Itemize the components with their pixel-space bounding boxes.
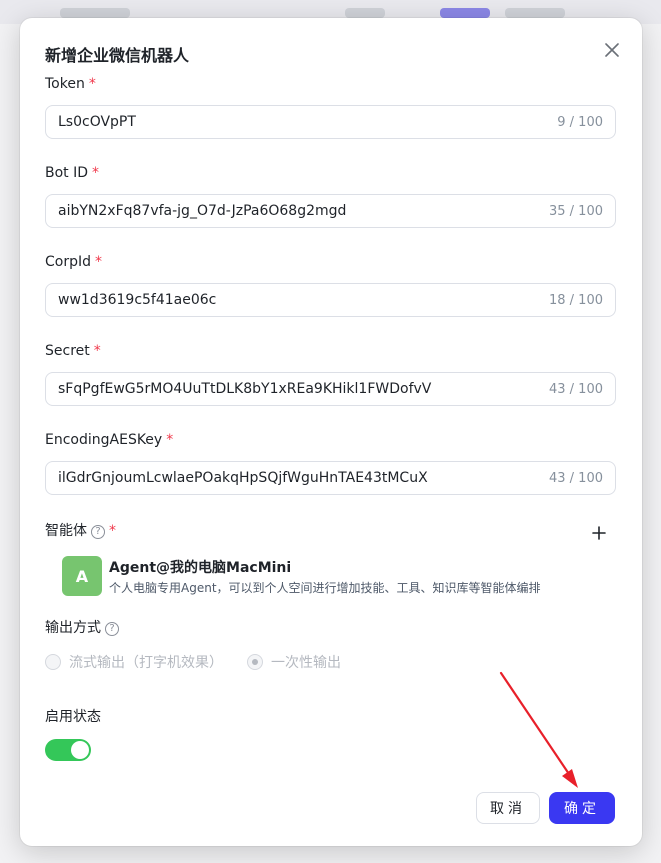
required-mark: * bbox=[109, 523, 116, 539]
corp-id-label: CorpId * bbox=[45, 254, 102, 270]
radio-single-output[interactable]: 一次性输出 bbox=[247, 652, 341, 672]
encoding-aes-key-input[interactable]: ilGdrGnjoumLcwlaePOakqHpSQjfWguHnTAE43tM… bbox=[45, 461, 616, 495]
secret-char-count: 43 / 100 bbox=[549, 381, 603, 397]
bot-id-input[interactable]: aibYN2xFq87vfa-jg_O7d-JzPa6O68g2mgd 35 /… bbox=[45, 194, 616, 228]
add-agent-button[interactable] bbox=[588, 522, 610, 544]
token-input[interactable]: Ls0cOVpPT 9 / 100 bbox=[45, 105, 616, 139]
close-icon bbox=[605, 43, 619, 57]
plus-icon bbox=[592, 526, 606, 540]
dialog-title: 新增企业微信机器人 bbox=[45, 46, 190, 65]
agent-label: 智能体? * bbox=[45, 520, 116, 540]
token-label: Token * bbox=[45, 76, 96, 92]
close-button[interactable] bbox=[600, 38, 624, 62]
token-char-count: 9 / 100 bbox=[557, 114, 603, 130]
add-wecom-bot-dialog: 新增企业微信机器人 Token * Ls0cOVpPT 9 / 100 Bot I… bbox=[20, 18, 642, 846]
corp-id-input[interactable]: ww1d3619c5f41ae06c 18 / 100 bbox=[45, 283, 616, 317]
encoding-aes-key-label-text: EncodingAESKey bbox=[45, 432, 163, 448]
encoding-aes-key-label: EncodingAESKey * bbox=[45, 432, 173, 448]
toggle-knob bbox=[71, 741, 89, 759]
required-mark: * bbox=[95, 254, 102, 270]
help-circle-icon[interactable]: ? bbox=[91, 524, 105, 539]
bot-id-label: Bot ID * bbox=[45, 165, 99, 181]
bot-id-char-count: 35 / 100 bbox=[549, 203, 603, 219]
agent-label-text: 智能体 bbox=[45, 523, 87, 539]
output-mode-label-text: 输出方式 bbox=[45, 620, 101, 636]
corp-id-label-text: CorpId bbox=[45, 254, 91, 270]
status-label: 启用状态 bbox=[45, 709, 101, 725]
radio-label: 流式输出（打字机效果） bbox=[69, 655, 223, 671]
encoding-aes-key-char-count: 43 / 100 bbox=[549, 470, 603, 486]
background-chip bbox=[345, 8, 385, 18]
agent-card[interactable]: A Agent@我的电脑MacMini 个人电脑专用Agent，可以到个人空间进… bbox=[62, 556, 602, 598]
required-mark: * bbox=[88, 76, 96, 92]
token-value: Ls0cOVpPT bbox=[58, 114, 136, 130]
corp-id-value: ww1d3619c5f41ae06c bbox=[58, 292, 217, 308]
bot-id-value: aibYN2xFq87vfa-jg_O7d-JzPa6O68g2mgd bbox=[58, 203, 347, 219]
output-mode-label: 输出方式? bbox=[45, 617, 119, 637]
radio-circle-checked bbox=[247, 654, 263, 670]
radio-circle bbox=[45, 654, 61, 670]
bot-id-label-text: Bot ID bbox=[45, 165, 89, 181]
secret-label-text: Secret bbox=[45, 343, 90, 359]
cancel-button[interactable]: 取消 bbox=[476, 792, 540, 824]
agent-avatar: A bbox=[62, 556, 102, 596]
corp-id-char-count: 18 / 100 bbox=[549, 292, 603, 308]
agent-description: 个人电脑专用Agent，可以到个人空间进行增加技能、工具、知识库等智能体编排 bbox=[109, 581, 541, 595]
background-chip bbox=[505, 8, 565, 18]
radio-label: 一次性输出 bbox=[271, 655, 341, 671]
required-mark: * bbox=[93, 343, 101, 359]
agent-name: Agent@我的电脑MacMini bbox=[109, 560, 292, 576]
enable-status-toggle[interactable] bbox=[45, 739, 91, 761]
token-label-text: Token bbox=[45, 76, 85, 92]
secret-label: Secret * bbox=[45, 343, 101, 359]
secret-value: sFqPgfEwG5rMO4UuTtDLK8bY1xREa9KHikl1FWDo… bbox=[58, 381, 432, 397]
radio-streaming-output[interactable]: 流式输出（打字机效果） bbox=[45, 652, 223, 672]
required-mark: * bbox=[166, 432, 174, 448]
background-chip bbox=[60, 8, 130, 18]
background-chip bbox=[440, 8, 490, 18]
required-mark: * bbox=[92, 165, 100, 181]
confirm-button[interactable]: 确定 bbox=[549, 792, 615, 824]
output-mode-radio-group: 流式输出（打字机效果） 一次性输出 bbox=[45, 652, 365, 672]
help-circle-icon[interactable]: ? bbox=[105, 621, 119, 636]
encoding-aes-key-value: ilGdrGnjoumLcwlaePOakqHpSQjfWguHnTAE43tM… bbox=[58, 470, 428, 486]
secret-input[interactable]: sFqPgfEwG5rMO4UuTtDLK8bY1xREa9KHikl1FWDo… bbox=[45, 372, 616, 406]
